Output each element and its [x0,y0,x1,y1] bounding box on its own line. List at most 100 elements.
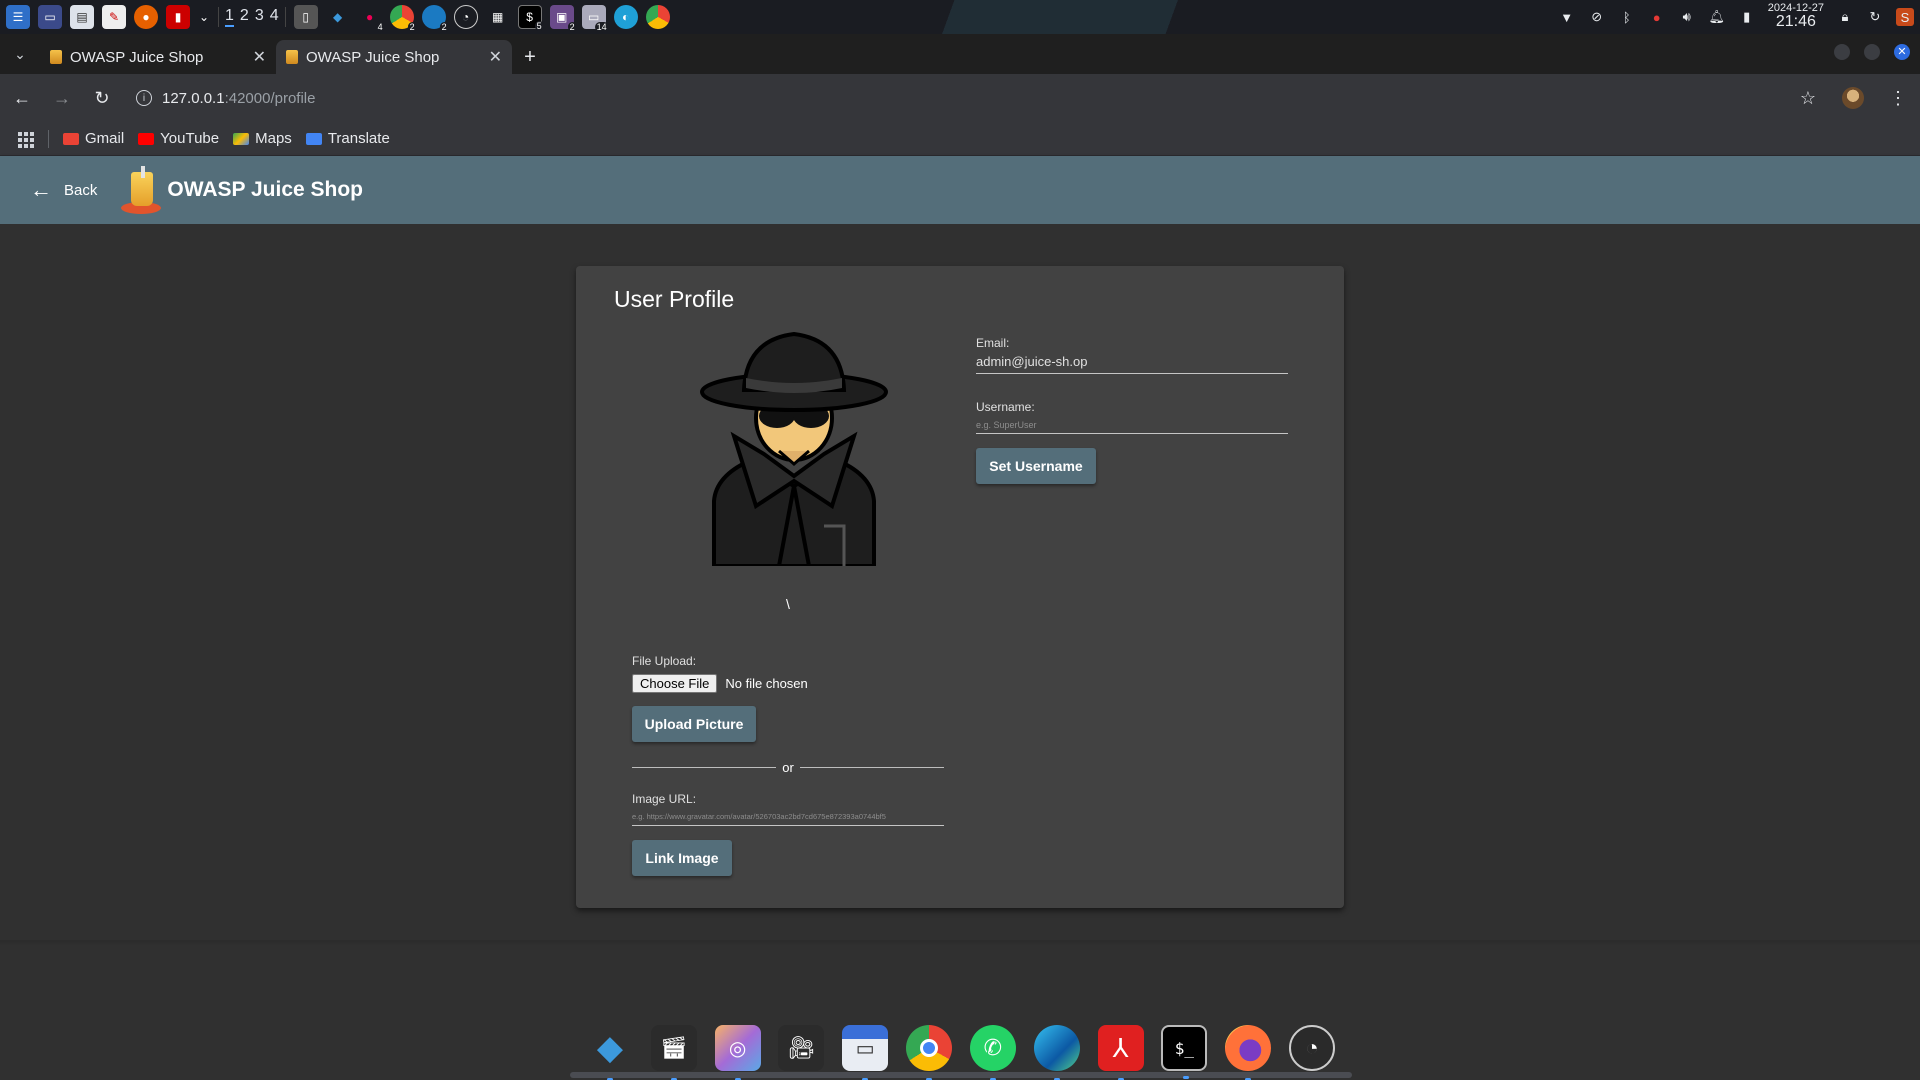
edge-taskbar-icon-2[interactable]: ◐ [613,5,638,29]
terminal-icon[interactable]: $_ [1161,1025,1208,1079]
vscode-icon[interactable]: ◆ [587,1025,633,1080]
edge-icon[interactable] [1033,1025,1080,1080]
username-input[interactable]: e.g. SuperUser [976,414,1288,434]
close-tab-icon[interactable]: ✕ [489,47,502,67]
screen-recorder-icon[interactable]: 🎬︎ [650,1025,697,1080]
file-manager-icon[interactable]: ▭ [842,1025,889,1080]
set-username-button[interactable]: Set Username [976,448,1096,484]
tab-search-icon[interactable]: ⌄ [0,34,40,74]
bookmark-gmail[interactable]: Gmail [63,130,124,147]
volume-icon[interactable]: 🔊︎ [1678,8,1696,26]
video-recorder-icon[interactable]: 🎥︎ [778,1025,825,1071]
terminal-taskbar-icon[interactable]: $5 [517,5,544,31]
avatar-caption: \ [786,596,790,612]
terminal-red-icon[interactable]: ▮ [166,5,190,29]
maps-icon [233,132,250,145]
chevron-down-icon[interactable]: ⌄ [198,5,210,29]
main-content: User Profile \ Email: admin@juice-sh.op … [0,224,1920,940]
no-file-text: No file chosen [725,676,808,691]
vscode-taskbar-icon[interactable]: ◆ [326,5,350,29]
email-label: Email: [976,336,1010,350]
workspace-4[interactable]: 4 [270,7,279,27]
bookmark-label: YouTube [160,130,220,147]
clock-time: 21:46 [1775,13,1816,31]
recorder-icon[interactable]: ▦ [486,5,510,29]
tab-juice-shop-2[interactable]: OWASP Juice Shop ✕ [276,40,512,74]
obs-taskbar-icon[interactable]: ◔ [453,5,478,29]
close-window-button[interactable]: ✕ [1894,44,1910,60]
close-tab-icon[interactable]: ✕ [253,47,266,67]
apps-grid-icon[interactable] [16,130,34,148]
choose-file-button[interactable]: Choose File [632,674,718,693]
username-field: Username: e.g. SuperUser [976,400,1288,434]
window-icon[interactable]: ▯ [293,5,318,29]
bookmark-translate[interactable]: Translate [305,130,390,147]
document-icon[interactable]: ✎ [102,5,126,29]
reload-icon[interactable]: ↻ [90,86,114,110]
session-icon[interactable]: S [1896,8,1914,26]
application-dock: ◆ 🎬︎ ◎ 🎥︎ ▭ ✆ ⅄ $_ ◔ [570,1016,1352,1080]
firefox-icon[interactable]: ● [134,5,158,29]
refresh-session-icon[interactable]: ↻ [1866,8,1884,26]
image-viewer-icon[interactable]: ◎ [714,1025,761,1080]
url-path: :42000/profile [224,89,316,107]
tab-juice-shop-1[interactable]: OWASP Juice Shop ✕ [40,40,276,74]
image-url-input[interactable]: e.g. https://www.gravatar.com/avatar/526… [632,806,944,826]
maximize-button[interactable] [1864,44,1880,60]
address-bar[interactable]: i 127.0.0.1:42000/profile [130,81,1780,115]
desktop-icon[interactable]: ▭ [38,5,62,29]
site-info-icon[interactable]: i [136,90,152,106]
email-value: admin@juice-sh.op [976,350,1288,374]
whatsapp-icon[interactable]: ✆ [969,1025,1016,1080]
new-tab-button[interactable]: + [512,40,548,74]
chrome-taskbar-icon-2[interactable] [645,5,670,29]
profile-avatar[interactable] [1842,87,1864,109]
edge-taskbar-icon[interactable]: 2 [421,5,449,32]
battery-icon[interactable]: ▮ [1738,8,1756,26]
chrome-taskbar-icon[interactable]: 2 [389,5,417,32]
brand-name: OWASP Juice Shop [167,178,364,201]
workspace-1[interactable]: 1 [225,7,234,27]
folder-taskbar-icon[interactable]: ▭ 14 [581,5,609,32]
or-text: or [782,760,794,775]
workspace-switcher[interactable]: 1 2 3 4 [218,7,286,27]
bookmark-maps[interactable]: Maps [233,130,292,147]
chrome-icon[interactable] [906,1025,953,1080]
upload-picture-button[interactable]: Upload Picture [632,706,756,742]
email-field: Email: admin@juice-sh.op [976,336,1288,374]
bookmark-star-icon[interactable]: ☆ [1796,86,1820,110]
app-menu-icon[interactable]: ☰ [6,5,30,29]
image-taskbar-icon[interactable]: ▣ 2 [549,5,577,32]
workspace-3[interactable]: 3 [255,7,264,27]
wifi-icon[interactable]: ▼ [1558,8,1576,26]
notification-bell-icon[interactable]: 🔔︎ [1708,8,1726,26]
workspace-2[interactable]: 2 [240,7,249,27]
link-image-button[interactable]: Link Image [632,840,732,876]
forward-arrow-icon[interactable]: → [50,86,74,110]
tab-title: OWASP Juice Shop [70,48,204,66]
bluetooth-icon[interactable]: ᛒ [1618,8,1636,26]
minimize-button[interactable] [1834,44,1850,60]
username-label: Username: [976,400,1035,414]
brand[interactable]: OWASP Juice Shop [121,166,363,214]
git-icon[interactable]: ● 4 [358,5,385,32]
obs-icon[interactable]: ◔ [1289,1025,1336,1071]
microphone-icon[interactable]: ● [1648,8,1666,26]
translate-icon [305,132,322,145]
url-host: 127.0.0.1 [162,89,225,107]
juice-shop-favicon [50,50,62,64]
gmail-icon [63,132,79,145]
file-input[interactable]: Choose File No file chosen [632,674,808,693]
kebab-menu-icon[interactable]: ⋮ [1886,86,1910,110]
lock-icon[interactable]: 🔒︎ [1836,8,1854,26]
vpn-icon[interactable]: ⊘ [1588,8,1606,26]
user-profile-card: User Profile \ Email: admin@juice-sh.op … [576,266,1344,908]
bookmark-youtube[interactable]: YouTube [138,130,219,147]
pdf-reader-icon[interactable]: ⅄ [1097,1025,1144,1080]
back-arrow-icon[interactable]: ← [10,86,34,110]
browser-tab-bar: ⌄ OWASP Juice Shop ✕ OWASP Juice Shop ✕ … [0,34,1920,74]
back-button[interactable]: ← Back [30,177,97,203]
files-icon[interactable]: ▤ [70,5,94,29]
clock[interactable]: 2024-12-27 21:46 [1768,2,1824,31]
firefox-icon[interactable] [1225,1025,1272,1080]
